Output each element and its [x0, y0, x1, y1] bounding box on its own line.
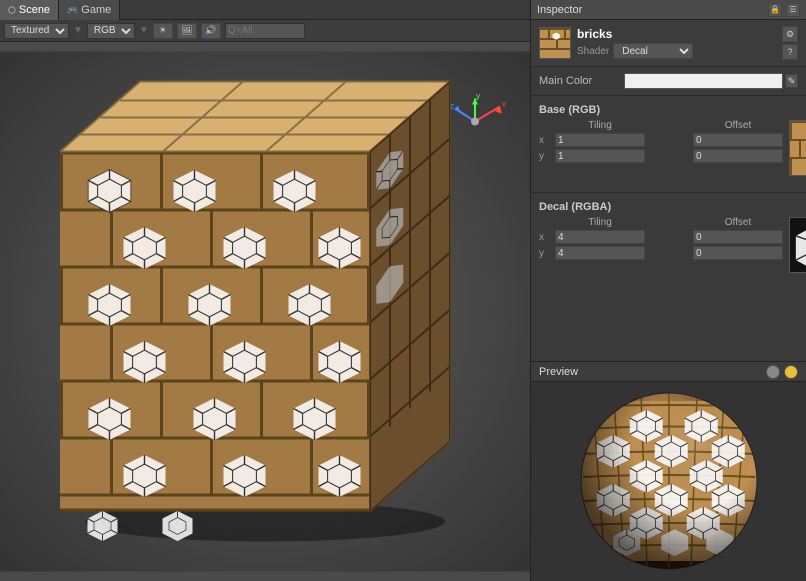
scene-svg: x y z: [0, 42, 530, 581]
color-space-select[interactable]: RGB: [87, 23, 135, 39]
game-tab-label: Game: [81, 4, 111, 16]
decal-rgba-header: Decal (RGBA): [531, 197, 806, 215]
decal-tiling-y-input[interactable]: [555, 246, 645, 260]
shader-dropdown[interactable]: Decal: [613, 43, 693, 59]
material-name: bricks: [577, 27, 776, 41]
main-color-label: Main Color: [539, 75, 624, 87]
base-y-label: y: [539, 151, 551, 162]
base-texture-row: Tiling Offset x y: [531, 118, 806, 188]
decal-y-label: y: [539, 248, 551, 259]
scene-tab[interactable]: ⬡ Scene: [0, 0, 59, 20]
base-tiling-x-input[interactable]: [555, 133, 645, 147]
material-settings-btn[interactable]: ⚙: [782, 26, 798, 42]
shader-label: Shader: [577, 46, 609, 57]
inspector-menu-btn[interactable]: ☰: [786, 3, 800, 17]
material-thumbnail: [539, 27, 571, 59]
inspector-header: Inspector 🔒 ☰: [531, 0, 806, 20]
material-help-btn[interactable]: ?: [782, 44, 798, 60]
decal-offset-y-input[interactable]: [693, 246, 783, 260]
decal-offset-header: Offset: [693, 217, 783, 228]
game-tab-icon: 🎮: [67, 5, 78, 16]
material-header-icons: ⚙ ?: [782, 26, 798, 60]
image-btn[interactable]: 🖼: [177, 23, 197, 39]
base-rgb-header: Base (RGB): [531, 100, 806, 118]
svg-text:y: y: [476, 92, 480, 101]
preview-sphere-svg: [569, 389, 769, 574]
preview-controls: [766, 365, 798, 379]
base-offset-y-input[interactable]: [693, 149, 783, 163]
inspector-body: Main Color ✎ Base (RGB) Tiling: [531, 67, 806, 361]
decal-texture-thumb: [789, 217, 806, 273]
base-x-label: x: [539, 135, 551, 146]
decal-x-label: x: [539, 232, 551, 243]
divider-2: [531, 192, 806, 193]
tiling-header: Tiling: [555, 120, 645, 131]
decal-texture-row: Tiling Offset x y: [531, 215, 806, 285]
preview-title: Preview: [539, 366, 766, 378]
inspector-title: Inspector: [537, 4, 768, 16]
decal-offset-x-input[interactable]: [693, 230, 783, 244]
main-color-swatch[interactable]: [624, 73, 783, 89]
right-panel: Inspector 🔒 ☰: [530, 0, 806, 581]
base-texture-thumb: [789, 120, 806, 176]
base-offset-x-input[interactable]: [693, 133, 783, 147]
inspector-lock-btn[interactable]: 🔒: [768, 3, 782, 17]
main-color-value: ✎: [624, 73, 798, 89]
preview-panel: Preview: [531, 361, 806, 581]
tab-bar: ⬡ Scene 🎮 Game: [0, 0, 530, 20]
left-panel: ⬡ Scene 🎮 Game Textured ▼ RGB ▼ ☀ 🖼 🔊: [0, 0, 530, 581]
base-texture-left: Tiling Offset x y: [539, 120, 783, 163]
svg-text:x: x: [502, 100, 506, 109]
preview-header: Preview: [531, 362, 806, 382]
inspector-header-icons: 🔒 ☰: [768, 3, 800, 17]
scene-tab-label: Scene: [19, 4, 50, 16]
decal-rgba-label: Decal (RGBA): [539, 201, 611, 213]
game-tab[interactable]: 🎮 Game: [59, 0, 120, 20]
offset-header: Offset: [693, 120, 783, 131]
scene-toolbar: Textured ▼ RGB ▼ ☀ 🖼 🔊: [0, 20, 530, 42]
material-info: bricks Shader Decal: [577, 27, 776, 59]
preview-dot-yellow[interactable]: [784, 365, 798, 379]
base-rgb-label: Base (RGB): [539, 104, 600, 116]
decal-tiling-x-input[interactable]: [555, 230, 645, 244]
material-header: bricks Shader Decal ⚙ ?: [531, 20, 806, 67]
search-input[interactable]: [225, 23, 305, 39]
audio-btn[interactable]: 🔊: [201, 23, 221, 39]
scene-view: x y z: [0, 42, 530, 581]
material-shader-row: Shader Decal: [577, 43, 776, 59]
preview-body: [531, 382, 806, 581]
svg-text:z: z: [450, 102, 454, 111]
decal-tiling-header: Tiling: [555, 217, 645, 228]
decal-texture-left: Tiling Offset x y: [539, 217, 783, 260]
scene-tab-icon: ⬡: [8, 5, 16, 16]
sun-btn[interactable]: ☀: [153, 23, 173, 39]
main-color-row: Main Color ✎: [531, 71, 806, 91]
main-container: ⬡ Scene 🎮 Game Textured ▼ RGB ▼ ☀ 🖼 🔊: [0, 0, 806, 581]
preview-dot-gray[interactable]: [766, 365, 780, 379]
base-tiling-y-input[interactable]: [555, 149, 645, 163]
render-mode-select[interactable]: Textured: [4, 23, 69, 39]
eyedropper-btn[interactable]: ✎: [785, 74, 798, 88]
divider-1: [531, 95, 806, 96]
